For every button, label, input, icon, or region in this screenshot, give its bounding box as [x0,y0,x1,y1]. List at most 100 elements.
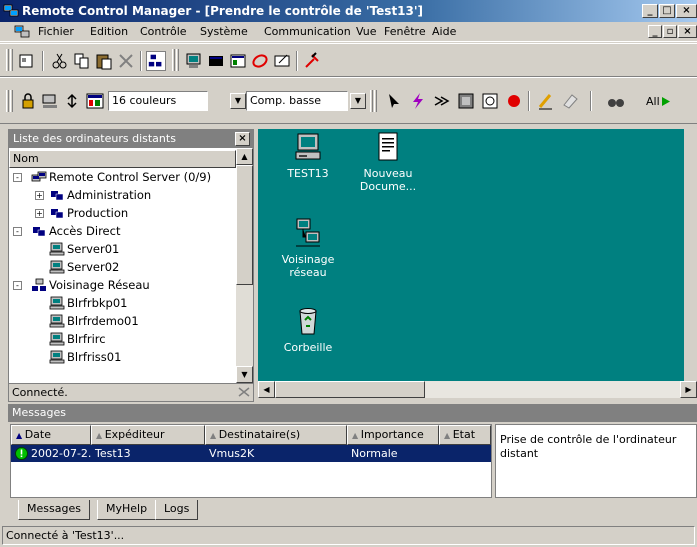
send-keys-icon[interactable] [432,91,452,111]
column-header-recipients[interactable]: ▲ Destinataire(s) [205,425,347,445]
draw-pen-icon[interactable] [536,91,556,111]
scroll-thumb[interactable] [236,165,253,285]
menu-edition[interactable]: Edition [90,25,128,38]
cut-icon[interactable] [50,51,70,71]
scroll-down-button[interactable]: ▼ [236,366,253,383]
paste-icon[interactable] [94,51,114,71]
child-minimize-button[interactable]: _ [648,25,662,38]
toolbar-grip[interactable] [10,90,13,112]
scroll-left-button[interactable]: ◀ [258,381,275,398]
color-depth-dropdown-arrow[interactable]: ▼ [230,93,246,109]
refresh-icon[interactable] [62,91,82,111]
my-computer-icon [295,133,321,160]
disconnect-x-icon[interactable] [237,386,251,398]
remote-control-icon[interactable] [184,51,204,71]
expand-toggle-minus[interactable]: - [13,227,22,236]
file-transfer-icon[interactable] [228,51,248,71]
disconnect-icon[interactable] [302,51,322,71]
toolbar-grip[interactable] [10,49,13,71]
computer-tree[interactable]: Nom - Remote Control Server (0/9) + Adminis… [9,148,236,383]
column-header-importance[interactable]: ▲ Importance [347,425,439,445]
tree-node[interactable]: Server01 [9,240,236,258]
pointer-icon[interactable] [384,91,404,111]
expand-toggle-plus[interactable]: + [35,209,44,218]
tree-node[interactable]: + Production [9,204,236,222]
color-depth-icon[interactable] [85,91,105,111]
record-icon[interactable] [504,91,524,111]
properties-icon[interactable] [17,51,37,71]
all-label[interactable]: All [646,95,660,108]
toolbar-grip[interactable] [172,49,175,71]
app-menu-icon[interactable] [14,24,30,40]
column-header-date[interactable]: ▲ Date [11,425,91,445]
menu-vue[interactable]: Vue [356,25,377,38]
tree-vertical-scrollbar[interactable]: ▲ ▼ [236,148,253,383]
expand-toggle-minus[interactable]: - [13,281,22,290]
expand-toggle-minus[interactable]: - [13,173,22,182]
desktop-horizontal-scrollbar[interactable]: ◀ ▶ [258,381,697,398]
scroll-up-button[interactable]: ▲ [236,148,253,165]
menu-fenetre[interactable]: Fenêtre [384,25,426,38]
close-panel-button[interactable]: × [235,132,250,146]
toolbar-grip[interactable] [6,49,9,71]
desktop-icon-test13[interactable]: TEST13 [270,131,346,180]
menu-fichier[interactable]: Fichier [38,25,74,38]
close-button[interactable]: × [676,4,697,18]
menu-communication[interactable]: Communication [264,25,351,38]
tree-node[interactable]: + Administration [9,186,236,204]
scale-icon[interactable] [480,91,500,111]
compression-combo[interactable]: Comp. basse [246,91,348,111]
child-close-button[interactable]: × [678,25,697,38]
computer-icon [49,296,65,310]
message-state [439,445,491,462]
tab-myhelp[interactable]: MyHelp [97,500,157,520]
tab-logs[interactable]: Logs [155,500,199,520]
tree-node[interactable]: - Accès Direct [9,222,236,240]
tree-node[interactable]: Blrfrdemo01 [9,312,236,330]
scroll-right-button[interactable]: ▶ [680,381,697,398]
compression-dropdown-arrow[interactable]: ▼ [350,93,366,109]
child-restore-button[interactable]: ▫ [663,25,677,38]
hscroll-thumb[interactable] [275,381,425,398]
menu-controle[interactable]: Contrôle [140,25,187,38]
remote-desktop-view[interactable]: TEST13 Nouveau Docume... Voisinage résea… [258,129,697,381]
expand-toggle-plus[interactable]: + [35,191,44,200]
tree-node[interactable]: Server02 [9,258,236,276]
fullscreen-icon[interactable] [456,91,476,111]
copy-icon[interactable] [72,51,92,71]
toolbar-grip[interactable] [176,49,179,71]
color-depth-combo[interactable]: 16 couleurs [108,91,208,111]
message-icon[interactable] [272,51,292,71]
eraser-icon[interactable] [560,91,580,111]
column-header-state[interactable]: ▲ Etat [439,425,491,445]
desktop-icon-recycle-bin[interactable]: Corbeille [270,305,346,354]
play-icon[interactable] [662,97,670,106]
column-header-sender[interactable]: ▲ Expéditeur [91,425,205,445]
toolbar-grip[interactable] [374,90,377,112]
menu-systeme[interactable]: Système [200,25,248,38]
toolbar-grip[interactable] [6,90,9,112]
desktop-icon-network[interactable]: Voisinage réseau [270,217,346,279]
toolbar-grip[interactable] [370,90,373,112]
tree-node[interactable]: - Remote Control Server (0/9) [9,168,236,186]
terminal-icon[interactable] [206,51,226,71]
tree-node[interactable]: - Voisinage Réseau [9,276,236,294]
tree-node[interactable]: Blrfrbkp01 [9,294,236,312]
tab-messages[interactable]: Messages [18,500,90,520]
network-view-icon[interactable] [146,51,166,71]
desktop-icon-new-document[interactable]: Nouveau Docume... [350,131,426,193]
menu-aide[interactable]: Aide [432,25,456,38]
delete-icon[interactable] [116,51,136,71]
binoculars-icon[interactable] [606,91,626,111]
chat-icon[interactable] [250,51,270,71]
messages-table[interactable]: ▲ Date ▲ Expéditeur ▲ Destinataire(s) ▲ … [10,424,492,498]
minimize-button[interactable]: _ [642,4,658,18]
column-header-nom[interactable]: Nom [9,150,236,168]
tree-node[interactable]: Blrfriss01 [9,348,236,366]
desktop-vertical-scrollbar[interactable] [684,129,697,381]
tree-node[interactable]: Blrfrirc [9,330,236,348]
lightning-icon[interactable] [408,91,428,111]
keyboard-icon[interactable] [40,91,60,111]
lock-icon[interactable] [18,91,38,111]
maximize-button[interactable]: □ [659,4,675,18]
